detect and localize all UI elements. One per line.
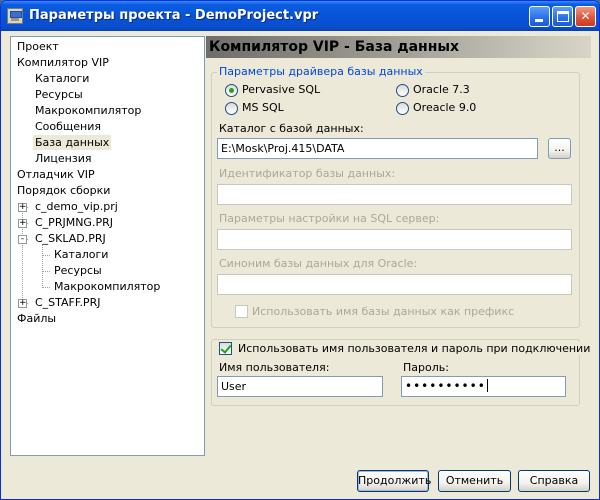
tree-item-vip-debugger[interactable]: Отладчик VIP bbox=[15, 167, 97, 182]
window-title: Параметры проекта - DemoProject.vpr bbox=[29, 8, 319, 23]
settings-tree[interactable]: Проект Компилятор VIP Каталоги Ресурсы М… bbox=[10, 36, 205, 456]
pervasive-sql-radio[interactable] bbox=[225, 84, 238, 97]
title-bar[interactable]: Параметры проекта - DemoProject.vpr ✕ bbox=[1, 1, 599, 31]
tree-item-c-demo-vip[interactable]: c_demo_vip.prj bbox=[33, 199, 120, 214]
minimize-button[interactable] bbox=[529, 6, 550, 27]
tree-line bbox=[42, 244, 43, 288]
use-credentials-label[interactable]: Использовать имя пользователя и пароль п… bbox=[236, 342, 593, 355]
tree-line bbox=[42, 271, 50, 272]
oracle-90-radio[interactable] bbox=[396, 102, 409, 115]
browse-button[interactable]: ... bbox=[548, 138, 571, 159]
help-button[interactable]: Справка bbox=[518, 470, 590, 492]
maximize-button[interactable] bbox=[552, 6, 573, 27]
driver-params-legend: Параметры драйвера базы данных bbox=[217, 65, 425, 78]
db-id-label: Идентификатор базы данных: bbox=[219, 167, 396, 180]
tree-item-vip-compiler[interactable]: Компилятор VIP bbox=[15, 55, 111, 70]
oracle-synonym-input[interactable] bbox=[217, 274, 572, 295]
tree-item-messages[interactable]: Сообщения bbox=[33, 119, 103, 134]
tree-item-c-staff[interactable]: C_STAFF.PRJ bbox=[33, 295, 102, 310]
oracle-73-radio[interactable] bbox=[396, 84, 409, 97]
tree-item-license[interactable]: Лицензия bbox=[33, 151, 93, 166]
tree-item-project[interactable]: Проект bbox=[15, 39, 61, 54]
oracle-73-label[interactable]: Oracle 7.3 bbox=[413, 83, 470, 96]
pervasive-sql-label[interactable]: Pervasive SQL bbox=[242, 83, 320, 96]
tree-item-macrocompiler[interactable]: Макрокомпилятор bbox=[33, 103, 143, 118]
expand-icon[interactable]: + bbox=[18, 203, 27, 212]
ms-sql-radio[interactable] bbox=[225, 102, 238, 115]
minimize-icon bbox=[535, 19, 543, 22]
password-input[interactable]: •••••••••• bbox=[401, 376, 566, 397]
oracle-synonym-label: Синоним базы данных для Oracle: bbox=[219, 257, 418, 270]
tree-item-build-order[interactable]: Порядок сборки bbox=[15, 183, 112, 198]
password-value: •••••••••• bbox=[405, 379, 486, 393]
use-credentials-checkbox[interactable] bbox=[219, 342, 232, 355]
tree-line bbox=[42, 255, 50, 256]
expand-icon[interactable]: + bbox=[18, 299, 27, 308]
section-title: Компилятор VIP - База данных bbox=[209, 39, 460, 55]
db-id-input[interactable] bbox=[217, 184, 572, 205]
sql-params-label: Параметры настройки на SQL сервер: bbox=[219, 212, 440, 225]
username-label: Имя пользователя: bbox=[219, 361, 330, 374]
project-settings-window: Параметры проекта - DemoProject.vpr ✕ Пр… bbox=[0, 0, 600, 500]
tree-item-sklad-macrocompiler[interactable]: Макрокомпилятор bbox=[52, 279, 162, 294]
expand-icon[interactable]: + bbox=[18, 219, 27, 228]
tree-item-resources[interactable]: Ресурсы bbox=[33, 87, 85, 102]
maximize-icon bbox=[557, 11, 569, 22]
continue-button[interactable]: Продолжить bbox=[357, 470, 431, 492]
text-caret bbox=[486, 379, 488, 392]
catalog-input[interactable]: E:\Mosk\Proj.415\DATA bbox=[217, 138, 538, 159]
tree-item-catalogs[interactable]: Каталоги bbox=[33, 71, 91, 86]
tree-item-database[interactable]: База данных bbox=[33, 135, 112, 150]
tree-item-c-prjmng[interactable]: C_PRJMNG.PRJ bbox=[33, 215, 115, 230]
password-label: Пароль: bbox=[403, 361, 449, 374]
sql-params-input[interactable] bbox=[217, 229, 572, 250]
ms-sql-label[interactable]: MS SQL bbox=[242, 101, 284, 114]
cancel-button[interactable]: Отменить bbox=[438, 470, 511, 492]
oracle-90-label[interactable]: Oreacle 9.0 bbox=[413, 101, 476, 114]
catalog-label: Каталог с базой данных: bbox=[219, 122, 364, 135]
tree-item-sklad-resources[interactable]: Ресурсы bbox=[52, 263, 104, 278]
tree-item-c-sklad[interactable]: C_SKLAD.PRJ bbox=[33, 231, 108, 246]
close-icon: ✕ bbox=[580, 9, 591, 23]
username-input[interactable]: User bbox=[217, 376, 383, 397]
tree-item-sklad-catalogs[interactable]: Каталоги bbox=[52, 247, 110, 262]
section-header: Компилятор VIP - База данных bbox=[206, 36, 591, 58]
close-button[interactable]: ✕ bbox=[575, 6, 596, 27]
prefix-checkbox-label[interactable]: Использовать имя базы данных как префикс bbox=[252, 305, 514, 318]
app-icon bbox=[7, 8, 23, 24]
collapse-icon[interactable]: - bbox=[18, 235, 27, 244]
tree-item-files[interactable]: Файлы bbox=[15, 311, 58, 326]
prefix-checkbox[interactable] bbox=[235, 305, 248, 318]
tree-line bbox=[42, 287, 50, 288]
